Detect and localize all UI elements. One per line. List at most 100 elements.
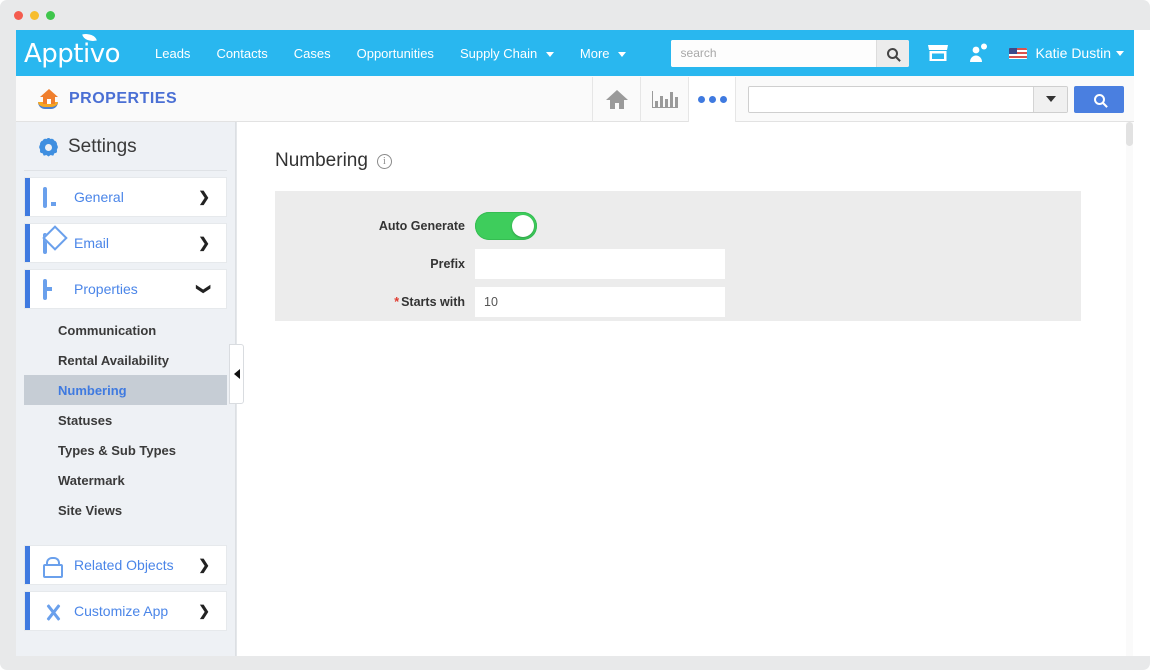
nav-label: Supply Chain [460,46,537,61]
home-icon [606,90,628,109]
toggle-knob [512,215,534,237]
window-controls[interactable] [14,11,55,20]
envelope-icon [43,235,63,252]
content-scrollbar[interactable] [1126,122,1133,656]
more-options-button[interactable] [688,77,736,122]
sidebar-group-email[interactable]: Email ❯ [24,223,227,263]
sidebar-group-properties[interactable]: Properties ❯ [24,269,227,309]
info-icon[interactable]: i [377,154,392,169]
settings-sidebar: Settings General ❯ Email ❯ [16,122,236,656]
sidebar-group-general[interactable]: General ❯ [24,177,227,217]
zoom-window-button[interactable] [46,11,55,20]
app-search-dropdown[interactable] [1033,87,1067,112]
apptivo-logo[interactable]: Apptivo [24,39,120,67]
nav-label: Leads [155,46,190,61]
nav-item-supply-chain[interactable]: Supply Chain [447,40,567,67]
prefix-input[interactable] [475,249,725,279]
close-window-button[interactable] [14,11,23,20]
monitor-icon [43,189,63,206]
reports-button[interactable] [640,77,688,122]
sidebar-group-label: Customize App [74,603,168,619]
sidebar-item-types-sub-types[interactable]: Types & Sub Types [24,435,227,465]
nav-item-contacts[interactable]: Contacts [203,40,280,67]
gear-icon [38,137,59,158]
main-menu: Leads Contacts Cases Opportunities Suppl… [142,40,639,67]
chevron-left-icon [234,369,240,379]
body-area: Settings General ❯ Email ❯ [16,122,1134,656]
chevron-right-icon: ❯ [198,557,210,574]
scrollbar-thumb[interactable] [1126,122,1133,146]
sidebar-item-numbering[interactable]: Numbering [24,375,227,405]
main-content: Numbering i Auto Generate Pr [236,122,1134,656]
bar-chart-icon [652,91,678,108]
field-label-text: Starts with [401,295,465,309]
nav-item-opportunities[interactable]: Opportunities [344,40,447,67]
sidebar-item-label: Site Views [58,503,122,518]
sidebar-item-rental-availability[interactable]: Rental Availability [24,345,227,375]
accent-bar [25,178,30,216]
accent-bar [25,224,30,262]
window-right-edge [1134,30,1150,656]
sidebar-group-customize-app[interactable]: Customize App ❯ [24,591,227,631]
accent-bar [25,592,30,630]
sidebar-item-label: Rental Availability [58,353,169,368]
app-search-button[interactable] [1074,86,1124,113]
chevron-down-icon [618,52,626,57]
app-search[interactable] [748,86,1068,113]
field-label: Prefix [275,257,475,271]
chevron-right-icon: ❯ [198,189,210,206]
minimize-window-button[interactable] [30,11,39,20]
sidebar-item-label: Watermark [58,473,125,488]
nav-item-more[interactable]: More [567,40,639,67]
search-input[interactable] [671,40,876,67]
sidebar-group-related-objects[interactable]: Related Objects ❯ [24,545,227,585]
user-menu[interactable]: Katie Dustin [1009,45,1124,61]
sidebar-subitems: Communication Rental Availability Number… [24,309,227,525]
sidebar-group-label: Related Objects [74,557,174,573]
sidebar-item-statuses[interactable]: Statuses [24,405,227,435]
home-button[interactable] [592,77,640,122]
app-bar-tools [592,76,1124,122]
form-row-auto-generate: Auto Generate [275,207,1081,245]
sidebar-item-watermark[interactable]: Watermark [24,465,227,495]
field-control [475,287,725,317]
page-title: PROPERTIES [69,90,177,108]
chevron-right-icon: ❯ [198,603,210,620]
chevron-right-icon: ❯ [198,235,210,252]
sidebar-group-label: General [74,189,124,205]
lock-icon [43,557,63,574]
sidebar-item-site-views[interactable]: Site Views [24,495,227,525]
top-navigation-bar: Apptivo Leads Contacts Cases Opportuniti… [16,30,1134,76]
collapse-sidebar-button[interactable] [229,344,244,404]
sidebar-group-label: Properties [74,281,138,297]
nav-item-cases[interactable]: Cases [281,40,344,67]
global-search[interactable] [671,40,909,67]
user-icon [967,42,989,64]
app-search-input[interactable] [749,87,1033,112]
settings-header: Settings [24,122,227,171]
user-account-button[interactable] [967,42,989,64]
app-bar: PROPERTIES [16,76,1134,122]
search-icon [1094,94,1105,105]
required-marker: * [394,295,399,309]
field-label: *Starts with [275,295,475,309]
auto-generate-toggle[interactable] [475,212,537,240]
app-identity: PROPERTIES [38,88,177,110]
search-button[interactable] [876,40,909,67]
chevron-down-icon: ❯ [196,283,213,295]
window-bottom-edge [0,656,1150,670]
tools-icon [43,603,63,620]
starts-with-input[interactable] [475,287,725,317]
house-hand-icon [38,88,60,110]
accent-bar [25,546,30,584]
user-name: Katie Dustin [1036,45,1111,61]
nav-label: Cases [294,46,331,61]
field-control [475,212,725,240]
store-button[interactable] [927,43,949,63]
nav-label: More [580,46,610,61]
more-dots-icon [698,96,727,103]
nav-item-leads[interactable]: Leads [142,40,203,67]
nav-label: Contacts [216,46,267,61]
chevron-down-icon [546,52,554,57]
sidebar-item-communication[interactable]: Communication [24,315,227,345]
